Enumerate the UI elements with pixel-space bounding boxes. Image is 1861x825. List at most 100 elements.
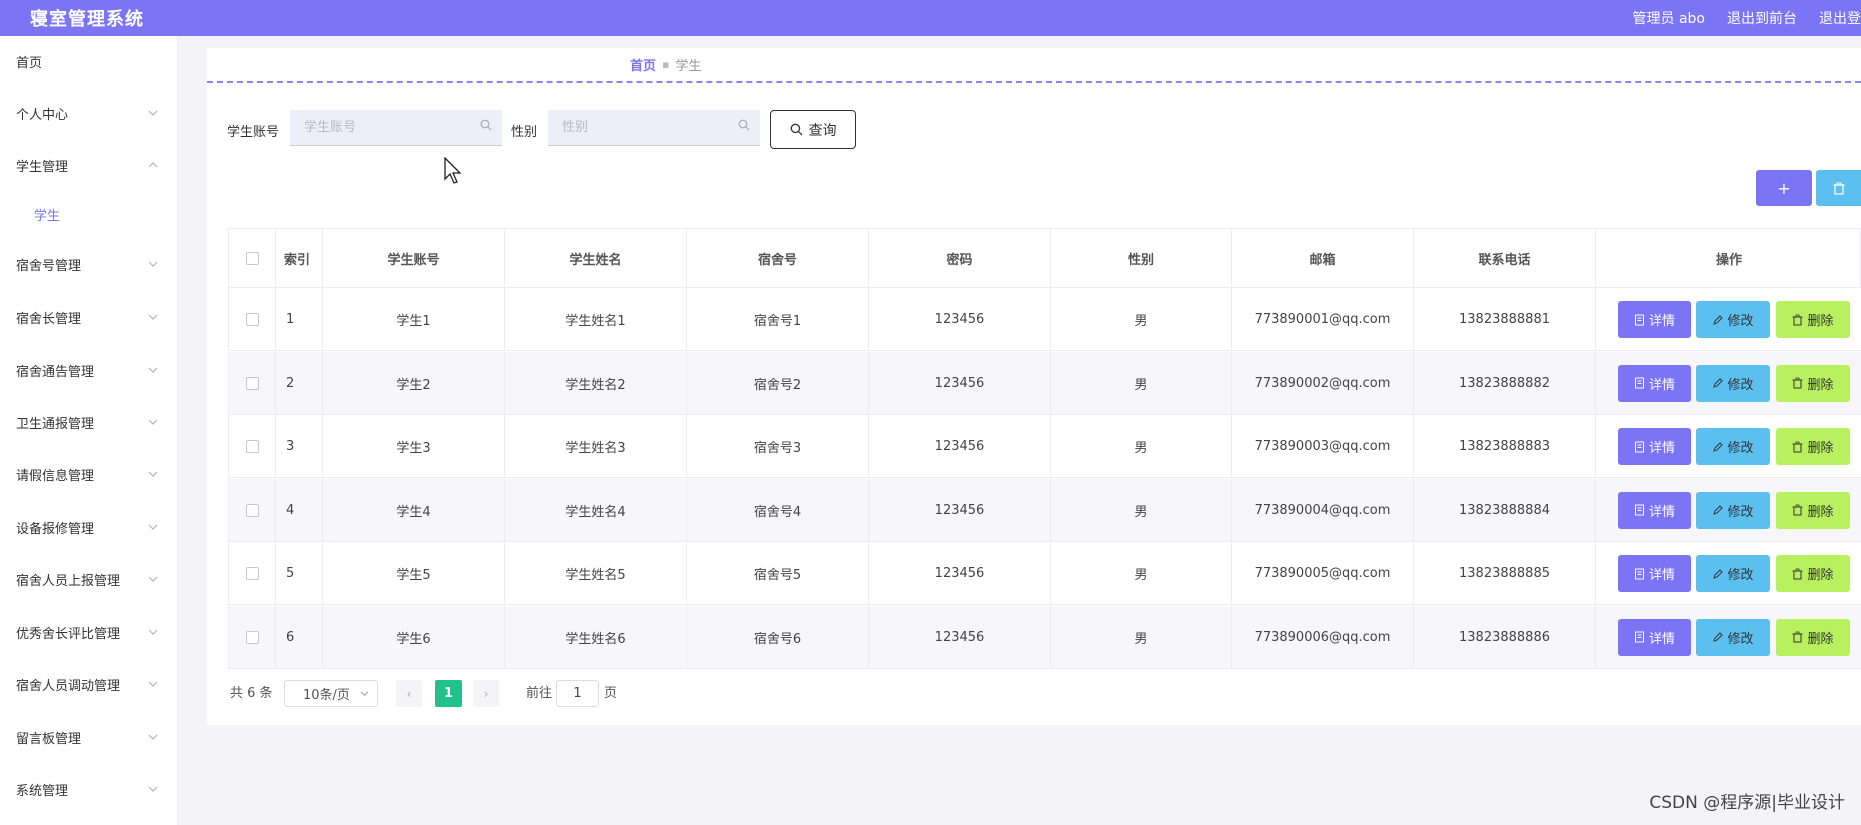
table-row: 2 学生2 学生姓名2 宿舍号2 123456 男 773890002@qq.com 1382… [228,351,1861,415]
prev-page-button[interactable]: ‹ [396,680,422,707]
sidebar-item-student[interactable]: 学生 [0,189,178,239]
sidebar-item-message-board-mgmt[interactable]: 留言板管理 [0,712,178,762]
cell-password: 123456 [869,542,1051,605]
logout-link[interactable]: 退出登 [1819,8,1861,28]
column-header-password: 密码 [869,229,1051,287]
delete-button[interactable]: 删除 [1776,491,1850,529]
detail-button[interactable]: 详情 [1618,618,1691,656]
sidebar-item-system-mgmt[interactable]: 系统管理 [0,764,178,814]
row-checkbox[interactable] [245,630,259,644]
sidebar-item-dorm-number-mgmt[interactable]: 宿舍号管理 [0,239,178,289]
chevron-left-icon: ‹ [406,686,412,701]
document-icon [1634,314,1644,325]
goto-page-input[interactable] [556,680,599,707]
cell-phone: 13823888883 [1414,415,1596,478]
edit-button[interactable]: 修改 [1696,618,1770,656]
sidebar-item-leader-eval-mgmt[interactable]: 优秀舍长评比管理 [0,607,178,657]
sidebar: 首页 个人中心 学生管理 学生 宿舍号管理 宿舍长管理 宿舍通告管理 卫生通报管… [0,36,178,825]
row-select-cell [229,605,276,669]
detail-button-label: 详情 [1648,568,1675,583]
delete-button[interactable]: 删除 [1776,301,1850,338]
sidebar-item-label: 请假信息管理 [16,468,95,484]
cell-actions: 详情 修改 删除 [1596,479,1861,542]
detail-button[interactable]: 详情 [1618,364,1691,402]
student-account-input[interactable] [304,120,464,135]
cell-name: 学生姓名1 [505,288,687,351]
row-checkbox[interactable] [245,313,259,326]
next-page-button[interactable]: › [473,680,499,707]
cell-phone: 13823888886 [1414,605,1596,669]
sidebar-item-repair-mgmt[interactable]: 设备报修管理 [0,502,178,552]
sidebar-item-leave-mgmt[interactable]: 请假信息管理 [0,449,178,499]
row-checkbox[interactable] [245,440,259,453]
cell-phone: 13823888884 [1414,478,1596,542]
row-checkbox[interactable] [245,376,259,390]
cell-gender: 男 [1051,542,1232,605]
exit-to-front-link[interactable]: 退出到前台 [1727,8,1797,28]
row-select-cell [229,415,276,478]
cell-email: 773890005@qq.com [1232,542,1414,605]
breadcrumb-home[interactable]: 首页 [630,55,656,74]
pencil-icon [1713,314,1724,325]
sidebar-item-dorm-notice-mgmt[interactable]: 宿舍通告管理 [0,345,178,395]
query-button[interactable]: 查询 [770,110,856,149]
admin-user-label: 管理员 abo [1632,11,1705,27]
pencil-icon [1713,505,1724,515]
search-icon [480,119,492,131]
edit-button[interactable]: 修改 [1696,364,1770,402]
cell-password: 123456 [869,288,1051,351]
sidebar-item-label: 首页 [16,55,43,71]
delete-button[interactable]: 删除 [1776,364,1850,402]
edit-button-label: 修改 [1727,568,1754,583]
row-checkbox[interactable] [245,503,259,517]
column-header-gender: 性别 [1051,229,1232,287]
detail-button-label: 详情 [1648,631,1675,647]
sidebar-item-home[interactable]: 首页 [0,36,178,86]
sidebar-item-student-mgmt[interactable]: 学生管理 [0,140,178,190]
document-icon [1634,377,1644,389]
sidebar-item-label: 宿舍通告管理 [16,364,95,380]
table-row: 5 学生5 学生姓名5 宿舍号5 123456 男 773890005@qq.com 1382… [228,542,1861,605]
row-checkbox[interactable] [245,567,259,580]
trash-icon [1833,182,1844,195]
edit-button[interactable]: 修改 [1696,428,1770,465]
cell-name: 学生姓名4 [505,478,687,542]
row-select-cell [229,542,276,605]
detail-button[interactable]: 详情 [1618,301,1691,338]
detail-button[interactable]: 详情 [1618,428,1691,465]
student-account-label: 学生账号 [227,125,280,140]
detail-button-label: 详情 [1648,314,1675,329]
page-number-1[interactable]: 1 [435,680,462,707]
cell-email: 773890003@qq.com [1232,415,1414,478]
sidebar-item-transfer-mgmt[interactable]: 宿舍人员调动管理 [0,659,178,709]
delete-button[interactable]: 删除 [1776,555,1850,592]
delete-button[interactable]: 删除 [1776,618,1850,656]
batch-delete-button[interactable] [1816,170,1861,206]
delete-button[interactable]: 删除 [1776,428,1850,465]
sidebar-item-report-mgmt[interactable]: 宿舍人员上报管理 [0,554,178,604]
sidebar-item-label: 学生管理 [16,159,69,175]
edit-button[interactable]: 修改 [1696,555,1770,592]
edit-button-label: 修改 [1727,504,1754,520]
chevron-up-icon [148,162,158,168]
select-all-checkbox[interactable] [245,251,259,265]
search-icon [738,119,750,131]
page-size-value: 10条/页 [303,688,350,703]
sidebar-item-personal-center[interactable]: 个人中心 [0,88,178,138]
delete-button-label: 删除 [1807,504,1834,520]
gender-input[interactable] [562,120,722,135]
document-icon [1634,631,1644,643]
gender-field[interactable] [548,110,760,146]
sidebar-item-label: 宿舍人员调动管理 [16,678,121,694]
sidebar-item-label: 宿舍长管理 [16,311,82,327]
cell-actions: 详情 修改 删除 [1596,606,1861,669]
add-button[interactable]: + [1756,170,1812,206]
detail-button[interactable]: 详情 [1618,491,1691,529]
student-account-field[interactable] [290,110,502,146]
edit-button[interactable]: 修改 [1696,491,1770,529]
detail-button[interactable]: 详情 [1618,555,1691,592]
edit-button[interactable]: 修改 [1696,301,1770,338]
sidebar-item-hygiene-mgmt[interactable]: 卫生通报管理 [0,397,178,447]
sidebar-item-dorm-leader-mgmt[interactable]: 宿舍长管理 [0,292,178,342]
page-size-select[interactable]: 10条/页 [284,680,378,707]
